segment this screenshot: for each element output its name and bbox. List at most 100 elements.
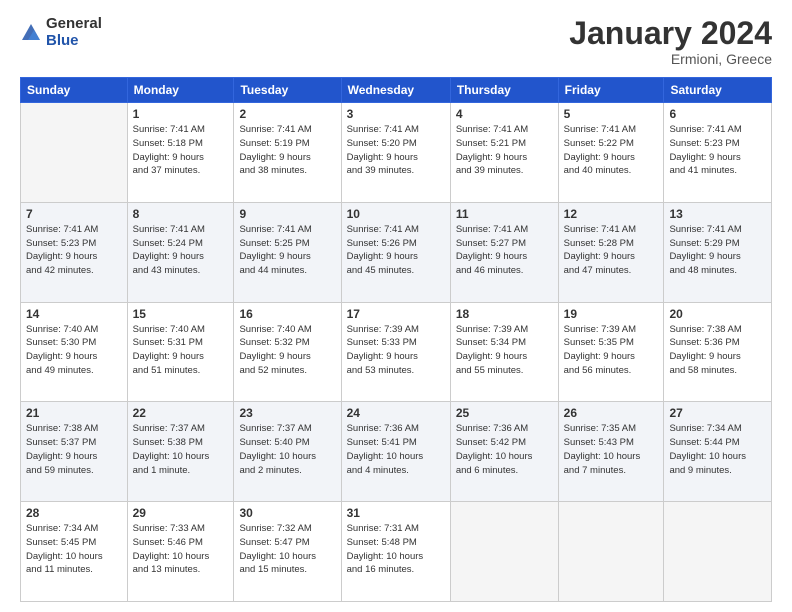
table-row: 26 Sunrise: 7:35 AMSunset: 5:43 PMDayligh… <box>558 402 664 502</box>
day-number: 5 <box>564 107 659 121</box>
table-row: 5 Sunrise: 7:41 AMSunset: 5:22 PMDaylight… <box>558 103 664 203</box>
day-number: 27 <box>669 406 766 420</box>
day-number: 25 <box>456 406 553 420</box>
day-info: Sunrise: 7:41 AMSunset: 5:24 PMDaylight:… <box>133 223 229 278</box>
table-row: 2 Sunrise: 7:41 AMSunset: 5:19 PMDaylight… <box>234 103 341 203</box>
table-row: 17 Sunrise: 7:39 AMSunset: 5:33 PMDayligh… <box>341 302 450 402</box>
day-info: Sunrise: 7:40 AMSunset: 5:30 PMDaylight:… <box>26 323 122 378</box>
day-number: 10 <box>347 207 445 221</box>
day-number: 19 <box>564 307 659 321</box>
calendar-week-row: 28Sunrise: 7:34 AMSunset: 5:45 PMDayligh… <box>21 502 772 602</box>
day-info: Sunrise: 7:41 AMSunset: 5:20 PMDaylight:… <box>347 123 445 178</box>
header-thursday: Thursday <box>450 78 558 103</box>
day-number: 17 <box>347 307 445 321</box>
day-number: 12 <box>564 207 659 221</box>
logo-text: General Blue <box>46 16 102 49</box>
logo-blue-text: Blue <box>46 33 102 50</box>
page-header: General Blue January 2024 Ermioni, Greec… <box>20 16 772 67</box>
header-tuesday: Tuesday <box>234 78 341 103</box>
day-number: 21 <box>26 406 122 420</box>
day-number: 23 <box>239 406 335 420</box>
table-row <box>450 502 558 602</box>
table-row: 19 Sunrise: 7:39 AMSunset: 5:35 PMDayligh… <box>558 302 664 402</box>
table-row: 11 Sunrise: 7:41 AMSunset: 5:27 PMDayligh… <box>450 202 558 302</box>
day-number: 9 <box>239 207 335 221</box>
day-info: Sunrise: 7:41 AMSunset: 5:19 PMDaylight:… <box>239 123 335 178</box>
day-number: 14 <box>26 307 122 321</box>
header-sunday: Sunday <box>21 78 128 103</box>
day-number: 13 <box>669 207 766 221</box>
day-info: Sunrise: 7:41 AMSunset: 5:27 PMDaylight:… <box>456 223 553 278</box>
day-number: 28 <box>26 506 122 520</box>
table-row: 9 Sunrise: 7:41 AMSunset: 5:25 PMDaylight… <box>234 202 341 302</box>
day-info: Sunrise: 7:31 AMSunset: 5:48 PMDaylight:… <box>347 522 445 577</box>
logo-icon <box>20 22 42 44</box>
day-number: 18 <box>456 307 553 321</box>
header-monday: Monday <box>127 78 234 103</box>
day-info: Sunrise: 7:41 AMSunset: 5:26 PMDaylight:… <box>347 223 445 278</box>
day-number: 24 <box>347 406 445 420</box>
table-row: 16 Sunrise: 7:40 AMSunset: 5:32 PMDayligh… <box>234 302 341 402</box>
header-wednesday: Wednesday <box>341 78 450 103</box>
day-number: 31 <box>347 506 445 520</box>
day-number: 16 <box>239 307 335 321</box>
day-number: 22 <box>133 406 229 420</box>
day-info: Sunrise: 7:41 AMSunset: 5:23 PMDaylight:… <box>26 223 122 278</box>
table-row: 22 Sunrise: 7:37 AMSunset: 5:38 PMDayligh… <box>127 402 234 502</box>
table-row: 24 Sunrise: 7:36 AMSunset: 5:41 PMDayligh… <box>341 402 450 502</box>
calendar-week-row: 1 Sunrise: 7:41 AMSunset: 5:18 PMDaylight… <box>21 103 772 203</box>
calendar-week-row: 21Sunrise: 7:38 AMSunset: 5:37 PMDayligh… <box>21 402 772 502</box>
day-number: 3 <box>347 107 445 121</box>
day-info: Sunrise: 7:37 AMSunset: 5:38 PMDaylight:… <box>133 422 229 477</box>
day-info: Sunrise: 7:36 AMSunset: 5:41 PMDaylight:… <box>347 422 445 477</box>
day-number: 7 <box>26 207 122 221</box>
table-row: 12 Sunrise: 7:41 AMSunset: 5:28 PMDayligh… <box>558 202 664 302</box>
day-number: 2 <box>239 107 335 121</box>
day-number: 11 <box>456 207 553 221</box>
calendar-table: Sunday Monday Tuesday Wednesday Thursday… <box>20 77 772 602</box>
table-row: 25 Sunrise: 7:36 AMSunset: 5:42 PMDayligh… <box>450 402 558 502</box>
header-friday: Friday <box>558 78 664 103</box>
table-row: 7 Sunrise: 7:41 AMSunset: 5:23 PMDaylight… <box>21 202 128 302</box>
table-row: 6Sunrise: 7:41 AMSunset: 5:23 PMDaylight… <box>664 103 772 203</box>
day-info: Sunrise: 7:39 AMSunset: 5:34 PMDaylight:… <box>456 323 553 378</box>
table-row: 15 Sunrise: 7:40 AMSunset: 5:31 PMDayligh… <box>127 302 234 402</box>
table-row <box>558 502 664 602</box>
calendar-week-row: 7 Sunrise: 7:41 AMSunset: 5:23 PMDaylight… <box>21 202 772 302</box>
table-row: 3 Sunrise: 7:41 AMSunset: 5:20 PMDaylight… <box>341 103 450 203</box>
day-info: Sunrise: 7:40 AMSunset: 5:32 PMDaylight:… <box>239 323 335 378</box>
table-row: 23Sunrise: 7:37 AMSunset: 5:40 PMDayligh… <box>234 402 341 502</box>
day-info: Sunrise: 7:41 AMSunset: 5:28 PMDaylight:… <box>564 223 659 278</box>
table-row <box>664 502 772 602</box>
weekday-header-row: Sunday Monday Tuesday Wednesday Thursday… <box>21 78 772 103</box>
day-number: 26 <box>564 406 659 420</box>
table-row: 1 Sunrise: 7:41 AMSunset: 5:18 PMDaylight… <box>127 103 234 203</box>
calendar-week-row: 14 Sunrise: 7:40 AMSunset: 5:30 PMDayligh… <box>21 302 772 402</box>
table-row: 8 Sunrise: 7:41 AMSunset: 5:24 PMDaylight… <box>127 202 234 302</box>
logo-general-text: General <box>46 16 102 33</box>
table-row <box>21 103 128 203</box>
day-info: Sunrise: 7:40 AMSunset: 5:31 PMDaylight:… <box>133 323 229 378</box>
day-number: 8 <box>133 207 229 221</box>
day-number: 1 <box>133 107 229 121</box>
day-number: 15 <box>133 307 229 321</box>
header-saturday: Saturday <box>664 78 772 103</box>
table-row: 28Sunrise: 7:34 AMSunset: 5:45 PMDayligh… <box>21 502 128 602</box>
day-info: Sunrise: 7:36 AMSunset: 5:42 PMDaylight:… <box>456 422 553 477</box>
day-info: Sunrise: 7:39 AMSunset: 5:35 PMDaylight:… <box>564 323 659 378</box>
table-row: 31 Sunrise: 7:31 AMSunset: 5:48 PMDayligh… <box>341 502 450 602</box>
day-info: Sunrise: 7:34 AMSunset: 5:44 PMDaylight:… <box>669 422 766 477</box>
table-row: 14 Sunrise: 7:40 AMSunset: 5:30 PMDayligh… <box>21 302 128 402</box>
day-info: Sunrise: 7:41 AMSunset: 5:21 PMDaylight:… <box>456 123 553 178</box>
day-info: Sunrise: 7:41 AMSunset: 5:22 PMDaylight:… <box>564 123 659 178</box>
table-row: 18 Sunrise: 7:39 AMSunset: 5:34 PMDayligh… <box>450 302 558 402</box>
table-row: 27 Sunrise: 7:34 AMSunset: 5:44 PMDayligh… <box>664 402 772 502</box>
day-info: Sunrise: 7:32 AMSunset: 5:47 PMDaylight:… <box>239 522 335 577</box>
table-row: 10 Sunrise: 7:41 AMSunset: 5:26 PMDayligh… <box>341 202 450 302</box>
day-info: Sunrise: 7:41 AMSunset: 5:18 PMDaylight:… <box>133 123 229 178</box>
main-title: January 2024 <box>569 16 772 51</box>
table-row: 20Sunrise: 7:38 AMSunset: 5:36 PMDayligh… <box>664 302 772 402</box>
day-info: Sunrise: 7:39 AMSunset: 5:33 PMDaylight:… <box>347 323 445 378</box>
day-info: Sunrise: 7:35 AMSunset: 5:43 PMDaylight:… <box>564 422 659 477</box>
day-info: Sunrise: 7:41 AMSunset: 5:25 PMDaylight:… <box>239 223 335 278</box>
